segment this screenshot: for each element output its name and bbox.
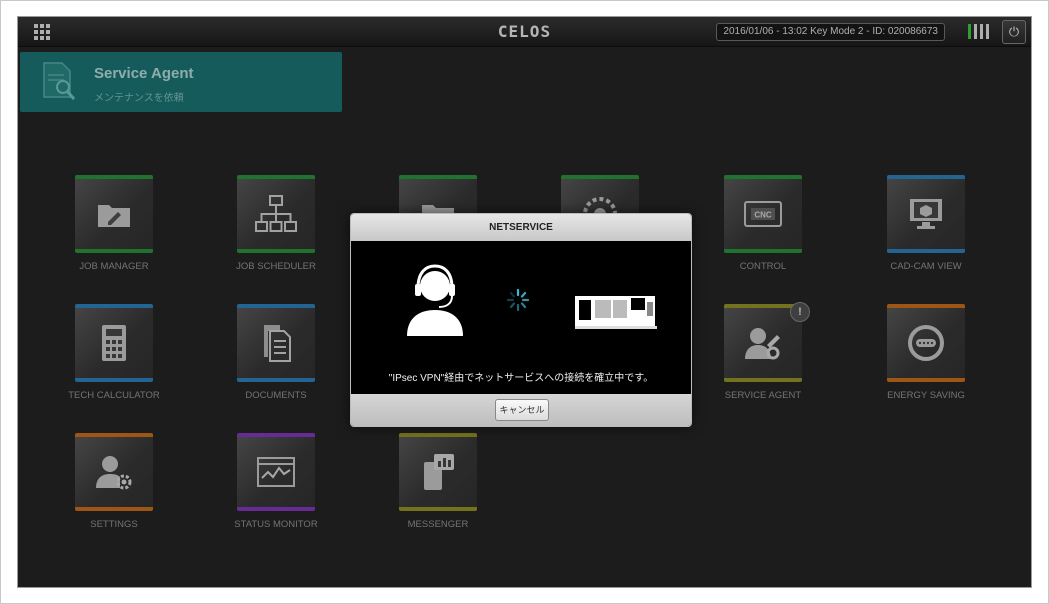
dialog-footer: キャンセル xyxy=(351,394,691,426)
cancel-button[interactable]: キャンセル xyxy=(495,399,549,421)
headset-person-icon xyxy=(407,264,463,336)
dialog-title: NETSERVICE xyxy=(351,214,691,241)
dialog-message: "IPsec VPN"経由でネットサービスへの接続を確立中です。 xyxy=(388,373,654,384)
celos-screen: CELOS 2016/01/06 - 13:02 Key Mode 2 - ID… xyxy=(17,16,1032,588)
loading-spinner-icon xyxy=(506,288,530,312)
dialog-body: "IPsec VPN"経由でネットサービスへの接続を確立中です。 xyxy=(351,242,691,394)
machine-icon xyxy=(575,296,657,329)
netservice-dialog: NETSERVICE "IPsec VPN"経由でネットサービスへの接続を確立中… xyxy=(350,213,692,427)
